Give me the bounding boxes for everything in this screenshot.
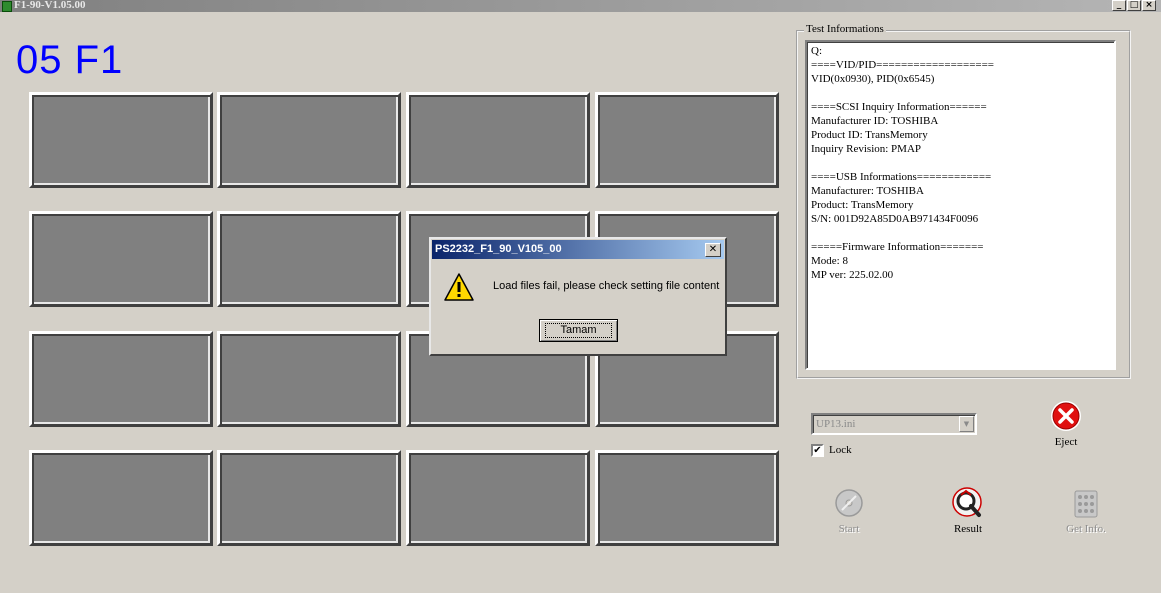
info-line: Product: TransMemory [811,199,914,211]
chevron-down-icon[interactable]: ▼ [959,416,974,432]
minimize-button[interactable]: _ [1112,0,1126,11]
dialog-message: Load files fail, please check setting fi… [493,280,720,292]
config-file-select[interactable]: UP13.ini ▼ [811,413,977,435]
info-line: Manufacturer ID: TOSHIBA [811,115,939,127]
info-line: ====USB Informations============ [811,171,992,183]
port-slot[interactable] [29,331,213,427]
info-line [811,226,1110,240]
info-line: Mode: 8 [811,255,848,267]
config-file-value: UP13.ini [816,418,856,430]
port-slot[interactable] [29,211,213,307]
get-info-label: Get Info. [1066,523,1106,535]
window-title: F1-90-V1.05.00 [14,0,86,11]
info-line: ====SCSI Inquiry Information====== [811,101,987,113]
dialog-titlebar: PS2232_F1_90_V105_00 ✕ [432,240,724,259]
result-button[interactable]: Result [928,487,1008,536]
dialog-title: PS2232_F1_90_V105_00 [435,243,562,255]
port-slot[interactable] [29,450,213,546]
info-line: =====Firmware Information======= [811,241,984,253]
port-slot[interactable] [29,92,213,188]
window-titlebar: F1-90-V1.05.00 _ □ × [0,0,1161,12]
start-button[interactable]: Start [809,487,889,536]
port-slot[interactable] [217,331,401,427]
info-line: VID(0x0930), PID(0x6545) [811,73,935,85]
device-label: 05 F1 [16,38,124,82]
ok-button[interactable]: Tamam [539,319,618,342]
test-info-title: Test Informations [804,23,886,36]
lock-label: Lock [829,444,852,456]
result-label: Result [953,523,983,535]
get-info-button[interactable]: Get Info. [1046,487,1126,536]
eject-icon [1051,401,1081,431]
info-line: Product ID: TransMemory [811,129,928,141]
close-button[interactable]: × [1142,0,1156,11]
info-line [811,86,1110,100]
start-label: Start [838,523,860,535]
info-line [811,156,1110,170]
info-line: Q: [811,45,822,57]
eject-label: Eject [1054,436,1078,448]
dialog-close-button[interactable]: ✕ [705,243,721,257]
app-icon [2,1,12,12]
maximize-button[interactable]: □ [1127,0,1141,11]
info-line: MP ver: 225.02.00 [811,269,894,281]
warning-icon [444,273,474,301]
info-line: Manufacturer: TOSHIBA [811,185,924,197]
port-slot[interactable] [595,450,779,546]
port-slot[interactable] [406,450,590,546]
eject-button[interactable]: Eject [1026,400,1106,449]
lock-checkbox[interactable]: ✔ [811,444,824,457]
result-icon [952,487,982,517]
port-slot[interactable] [217,92,401,188]
port-slot[interactable] [217,450,401,546]
error-dialog: PS2232_F1_90_V105_00 ✕ Load files fail, … [429,237,727,356]
port-slot[interactable] [217,211,401,307]
port-slot[interactable] [406,92,590,188]
chip-grid-icon [1074,490,1098,518]
info-line: ====VID/PID=================== [811,59,995,71]
info-line: S/N: 001D92A85D0AB971434F0096 [811,213,979,225]
info-line: Inquiry Revision: PMAP [811,143,922,155]
test-info-text[interactable]: Q: ====VID/PID=================== VID(0x… [805,40,1116,370]
port-slot[interactable] [595,92,779,188]
disc-icon [835,489,863,517]
ok-button-label: Tamam [545,323,612,338]
